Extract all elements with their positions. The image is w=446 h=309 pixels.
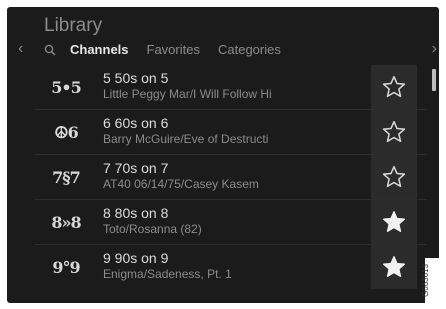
- now-playing: AT40 06/14/75/Casey Kasem: [103, 177, 259, 191]
- favorite-button[interactable]: [371, 200, 417, 244]
- channel-info: 6 60s on 6 Barry McGuire/Eve of Destruct…: [103, 115, 378, 147]
- channel-logo: 9°9: [52, 257, 80, 277]
- page-title: Library: [44, 15, 103, 36]
- channel-name: 8 80s on 8: [103, 205, 169, 221]
- channel-list: 5•5 5 50s on 5 Little Peggy Mar/I Will F…: [35, 65, 427, 289]
- now-playing: Little Peggy Mar/I Will Follow Hi: [103, 87, 272, 101]
- now-playing: Barry McGuire/Eve of Destructi: [103, 132, 269, 146]
- tab-categories[interactable]: Categories: [218, 42, 281, 58]
- favorite-button[interactable]: [371, 65, 417, 109]
- channel-logo: 5•5: [51, 77, 82, 97]
- now-playing: Toto/Rosanna (82): [103, 222, 202, 236]
- tab-bar: Channels Favorites Categories: [44, 41, 299, 59]
- figure-id: G063613: [421, 258, 439, 306]
- channel-name: 7 70s on 7: [103, 160, 169, 176]
- channel-logo: 8»8: [51, 212, 81, 232]
- star-filled-icon: [382, 256, 406, 277]
- now-playing: Enigma/Sadeness, Pt. 1: [103, 267, 232, 281]
- channel-info: 8 80s on 8 Toto/Rosanna (82): [103, 205, 378, 237]
- figure-id-label: G063613: [420, 264, 430, 297]
- channel-name: 6 60s on 6: [103, 115, 169, 131]
- channel-name: 9 90s on 9: [103, 250, 169, 266]
- star-outline-icon: [382, 120, 406, 143]
- library-screen: Library ‹ › Channels Favorites Categorie…: [7, 7, 439, 303]
- channel-info: 9 90s on 9 Enigma/Sadeness, Pt. 1: [103, 250, 378, 282]
- channel-row[interactable]: 9°9 9 90s on 9 Enigma/Sadeness, Pt. 1: [35, 244, 427, 289]
- channel-row[interactable]: 5•5 5 50s on 5 Little Peggy Mar/I Will F…: [35, 65, 427, 109]
- channel-info: 5 50s on 5 Little Peggy Mar/I Will Follo…: [103, 70, 378, 102]
- tab-favorites[interactable]: Favorites: [147, 42, 200, 58]
- channel-row[interactable]: ☮6 6 60s on 6 Barry McGuire/Eve of Destr…: [35, 109, 427, 154]
- channel-row[interactable]: 7§7 7 70s on 7 AT40 06/14/75/Casey Kasem: [35, 154, 427, 199]
- scrollbar[interactable]: [432, 69, 436, 91]
- star-outline-icon: [382, 75, 406, 98]
- star-outline-icon: [382, 165, 406, 188]
- favorite-button[interactable]: [371, 245, 417, 289]
- channel-name: 5 50s on 5: [103, 70, 169, 86]
- channel-logo: 7§7: [52, 167, 81, 187]
- channel-info: 7 70s on 7 AT40 06/14/75/Casey Kasem: [103, 160, 378, 192]
- search-icon[interactable]: [44, 44, 56, 56]
- channel-logo: ☮6: [54, 122, 78, 142]
- channel-row[interactable]: 8»8 8 80s on 8 Toto/Rosanna (82): [35, 199, 427, 244]
- favorite-button[interactable]: [371, 110, 417, 154]
- tab-channels[interactable]: Channels: [70, 42, 129, 58]
- star-filled-icon: [382, 211, 406, 232]
- next-arrow-icon[interactable]: ›: [432, 41, 437, 57]
- favorite-button[interactable]: [371, 155, 417, 199]
- prev-arrow-icon[interactable]: ‹: [18, 41, 23, 57]
